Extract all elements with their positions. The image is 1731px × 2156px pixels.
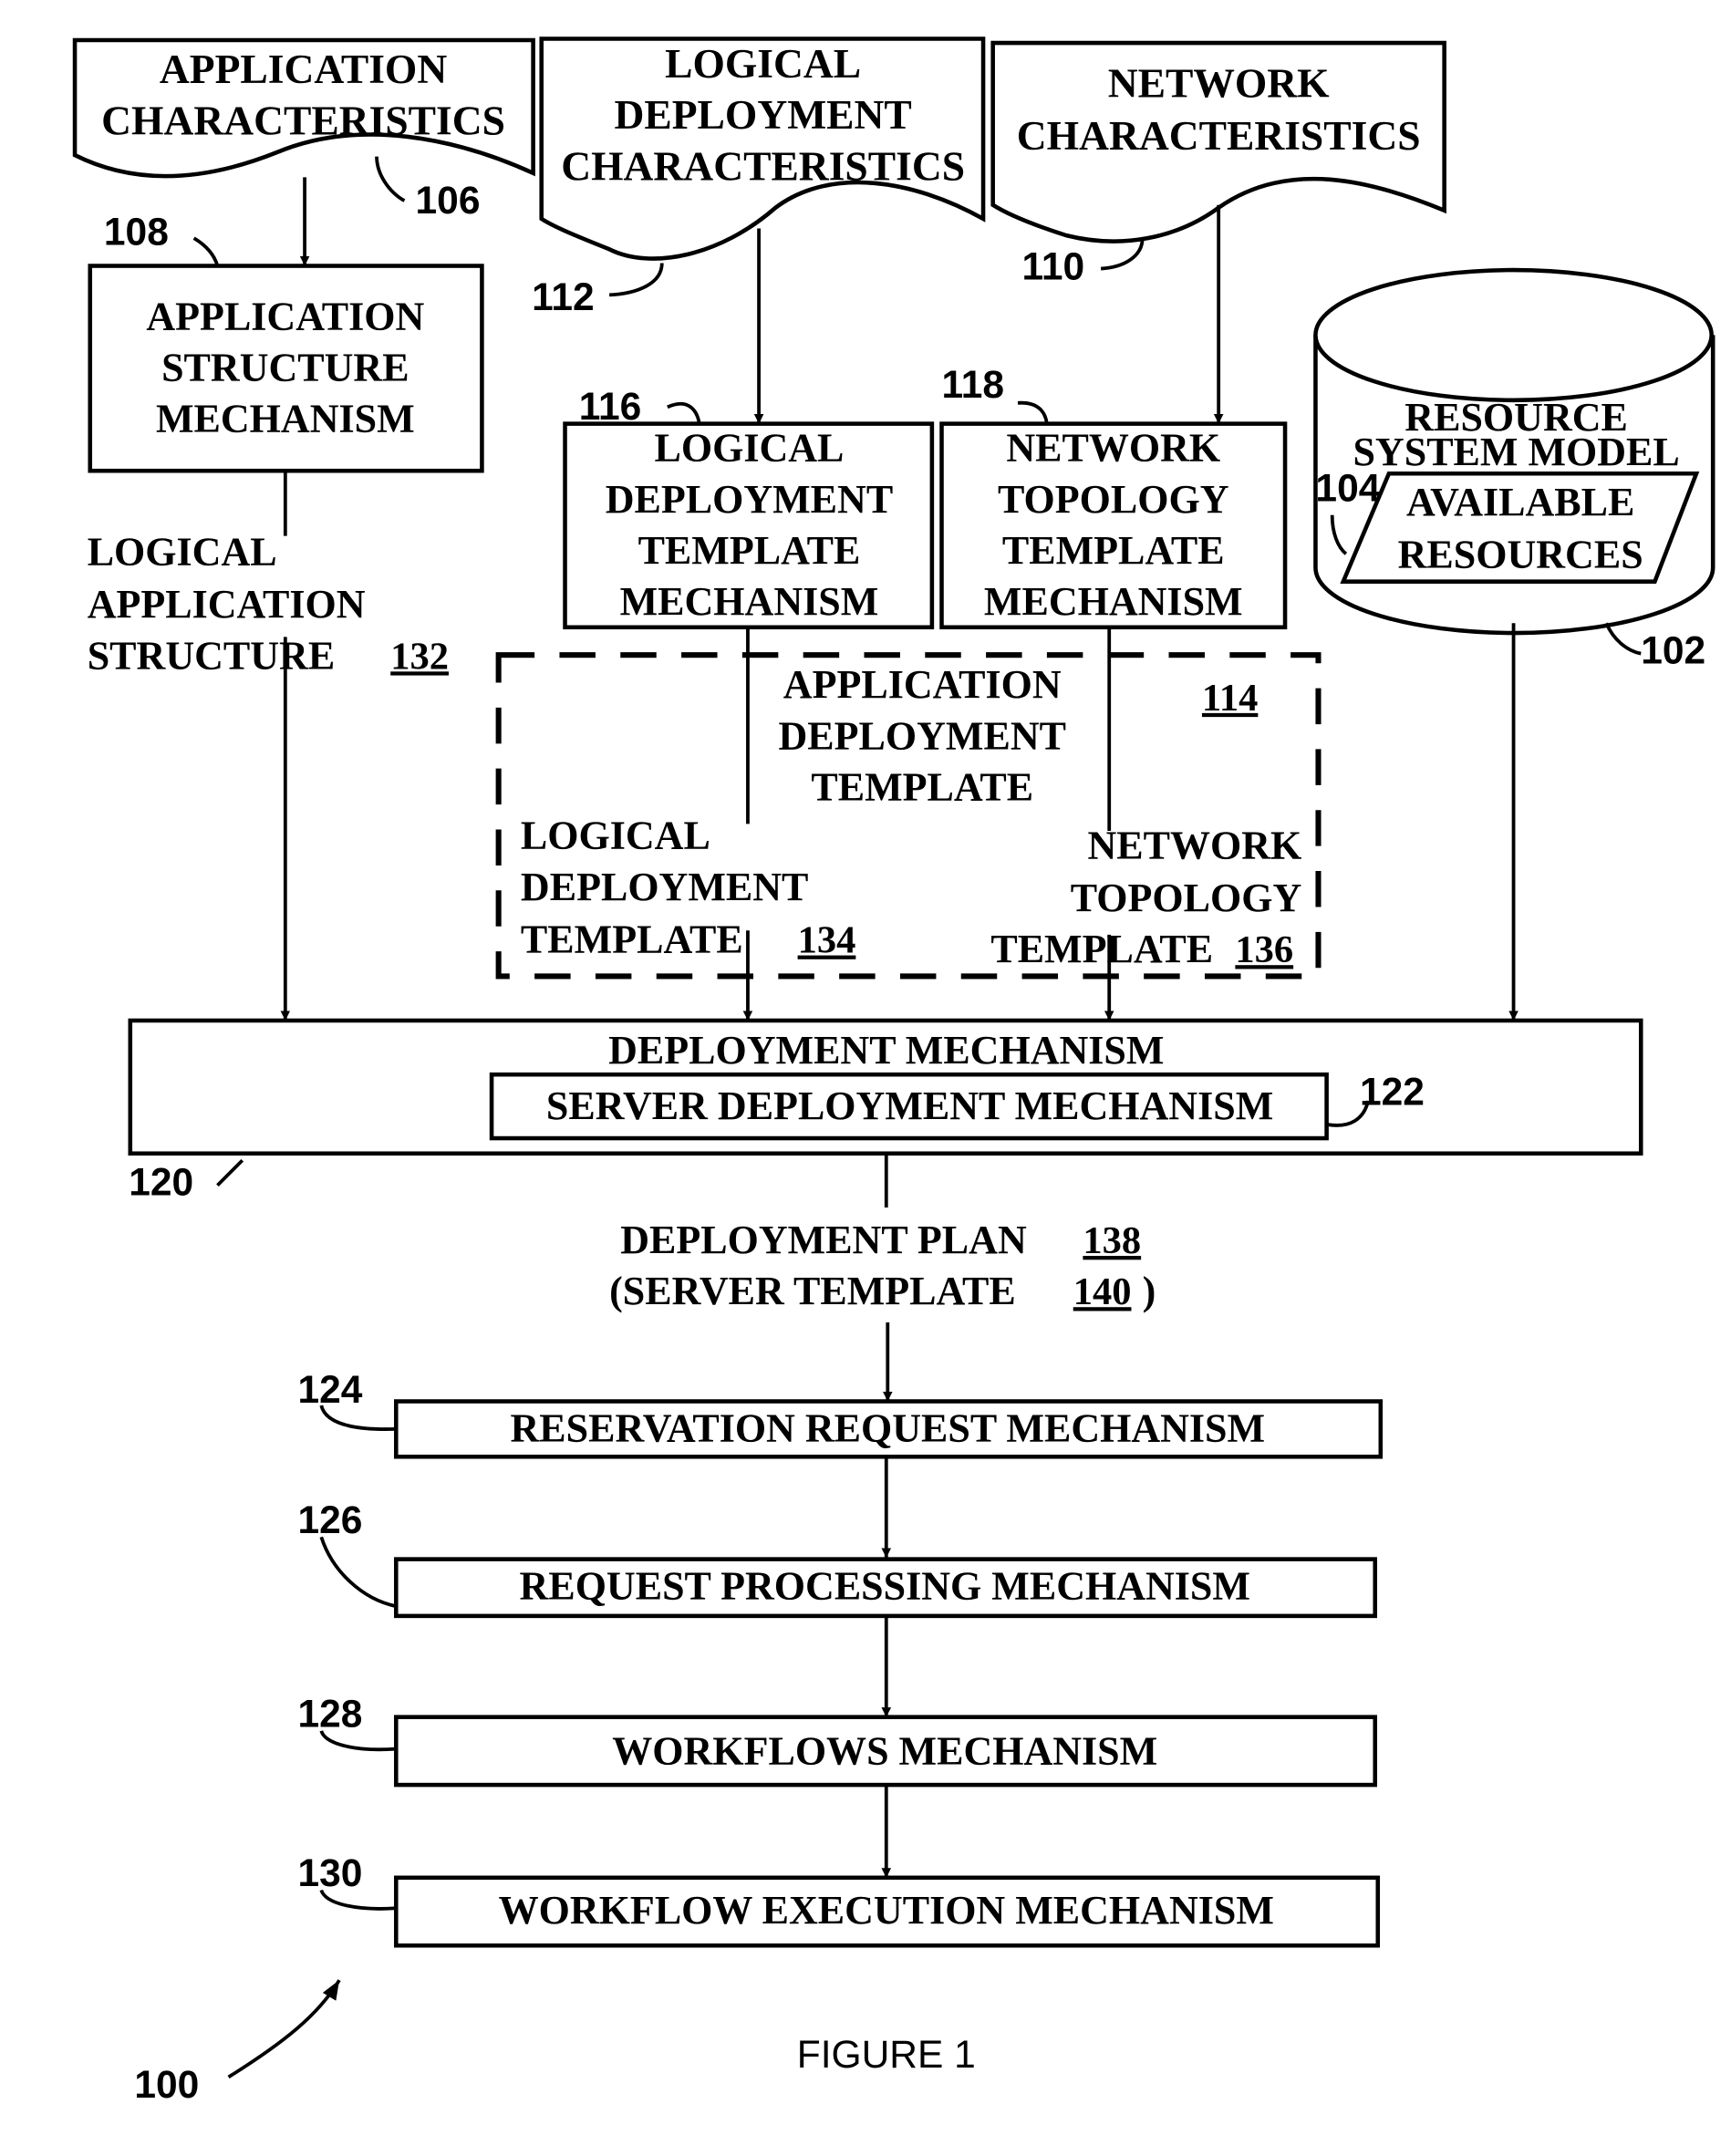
doc-line: DEPLOYMENT [614, 91, 911, 138]
text-line: STRUCTURE [88, 633, 336, 678]
box-label: DEPLOYMENT MECHANISM [608, 1028, 1164, 1073]
leader-line [375, 156, 406, 202]
para-line: AVAILABLE [1406, 480, 1634, 524]
server-deployment-mechanism: SERVER DEPLOYMENT MECHANISM 122 [489, 1072, 1425, 1141]
leader-line [667, 401, 701, 424]
ref-label-138: 138 [1083, 1219, 1141, 1262]
figure-caption: FIGURE 1 [797, 2034, 976, 2077]
logical-application-structure-label: LOGICAL APPLICATION STRUCTURE 132 [88, 529, 449, 678]
box-line: TEMPLATE [638, 528, 861, 573]
doc-line: CHARACTERISTICS [561, 142, 965, 189]
ref-label-120: 120 [129, 1161, 193, 1204]
text-line: NETWORK [1087, 823, 1301, 867]
box-line: NETWORK [1006, 426, 1220, 471]
leader-line [319, 1536, 397, 1609]
box-label: REQUEST PROCESSING MECHANISM [520, 1564, 1250, 1609]
text-line: TEMPLATE [811, 765, 1033, 810]
reservation-request-mechanism: RESERVATION REQUEST MECHANISM 124 [297, 1369, 1384, 1459]
box-line: LOGICAL [655, 426, 845, 471]
network-topology-template-136: NETWORK TOPOLOGY TEMPLATE 136 [990, 823, 1301, 971]
box-line: DEPLOYMENT [606, 477, 893, 522]
ref-label-136: 136 [1235, 928, 1293, 971]
box-line: MECHANISM [156, 397, 415, 441]
leader-line [192, 236, 220, 267]
para-line: RESOURCES [1398, 533, 1643, 577]
workflow-execution-mechanism: WORKFLOW EXECUTION MECHANISM 130 [297, 1852, 1381, 1948]
box-line: TOPOLOGY [998, 477, 1229, 522]
ref-label-100: 100 [134, 2064, 199, 2107]
box-line: APPLICATION [146, 294, 424, 338]
text-line: TOPOLOGY [1071, 876, 1302, 920]
logical-deployment-template-134: LOGICAL DEPLOYMENT TEMPLATE 134 [521, 814, 855, 962]
doc-line: NETWORK [1108, 59, 1330, 106]
text-line: APPLICATION [88, 582, 366, 627]
application-deployment-template-region: APPLICATION DEPLOYMENT TEMPLATE 114 LOGI… [495, 652, 1322, 980]
text-line: (SERVER TEMPLATE [609, 1269, 1016, 1313]
network-topology-template-mechanism: NETWORK TOPOLOGY TEMPLATE MECHANISM 118 [939, 364, 1288, 630]
logical-deployment-template-mechanism: LOGICAL DEPLOYMENT TEMPLATE MECHANISM 11… [563, 386, 935, 630]
box-label: RESERVATION REQUEST MECHANISM [510, 1406, 1265, 1451]
box-label: WORKFLOWS MECHANISM [612, 1728, 1157, 1773]
deployment-plan-label: DEPLOYMENT PLAN 138 (SERVER TEMPLATE 140… [609, 1218, 1156, 1313]
box-line: TEMPLATE [1002, 528, 1225, 573]
ref-label-128: 128 [297, 1693, 362, 1736]
doc-line: LOGICAL [665, 40, 861, 87]
text-line: APPLICATION [783, 662, 1062, 707]
ref-label-130: 130 [297, 1852, 362, 1895]
ref-label-116: 116 [579, 386, 642, 429]
leader-line [609, 263, 664, 297]
box-label: WORKFLOW EXECUTION MECHANISM [499, 1888, 1274, 1933]
workflows-mechanism: WORKFLOWS MECHANISM 128 [297, 1693, 1378, 1788]
text-line: DEPLOYMENT PLAN [620, 1218, 1027, 1262]
ref-label-122: 122 [1360, 1072, 1425, 1114]
text-line: DEPLOYMENT [779, 713, 1066, 758]
ref-label-102: 102 [1641, 629, 1705, 672]
ref-label-118: 118 [942, 364, 1005, 407]
box-label: SERVER DEPLOYMENT MECHANISM [546, 1083, 1273, 1128]
request-processing-mechanism: REQUEST PROCESSING MECHANISM 126 [297, 1499, 1378, 1619]
ref-label-134: 134 [798, 919, 856, 962]
ref-label-140: 140 [1073, 1270, 1132, 1313]
db-line: SYSTEM MODEL [1353, 430, 1679, 474]
figure-ref-arrow [227, 1979, 341, 2079]
available-resources-parallelogram: AVAILABLE RESOURCES 104 [1315, 468, 1700, 584]
figure-1-diagram: APPLICATION CHARACTERISTICS 106 LOGICAL … [72, 36, 1715, 2107]
text-line: TEMPLATE [990, 927, 1213, 971]
ref-label-108: 108 [104, 212, 169, 254]
doc-line: CHARACTERISTICS [101, 97, 505, 143]
application-structure-mechanism: APPLICATION STRUCTURE MECHANISM 108 [88, 212, 484, 473]
box-line: STRUCTURE [161, 346, 409, 390]
ref-label-132: 132 [390, 635, 449, 678]
ref-label-110: 110 [1022, 246, 1085, 289]
cylinder-top [1313, 267, 1714, 403]
text-line: ) [1143, 1269, 1156, 1313]
doc-line: APPLICATION [160, 46, 447, 92]
ref-label-114: 114 [1202, 677, 1258, 720]
leader-line [1604, 622, 1642, 656]
text-line: LOGICAL [521, 814, 710, 858]
leader-line [216, 1158, 244, 1187]
text-line: LOGICAL [88, 529, 277, 574]
ref-label-104: 104 [1315, 468, 1380, 511]
ref-label-112: 112 [532, 276, 595, 319]
box-line: MECHANISM [620, 579, 879, 624]
text-line: DEPLOYMENT [521, 865, 808, 909]
leader-line [1017, 400, 1049, 424]
box-line: MECHANISM [984, 579, 1243, 624]
text-line: TEMPLATE [521, 917, 743, 962]
ref-label-126: 126 [297, 1499, 362, 1542]
doc-line: CHARACTERISTICS [1017, 112, 1421, 159]
ref-label-106: 106 [416, 180, 481, 223]
ref-label-124: 124 [297, 1369, 362, 1412]
